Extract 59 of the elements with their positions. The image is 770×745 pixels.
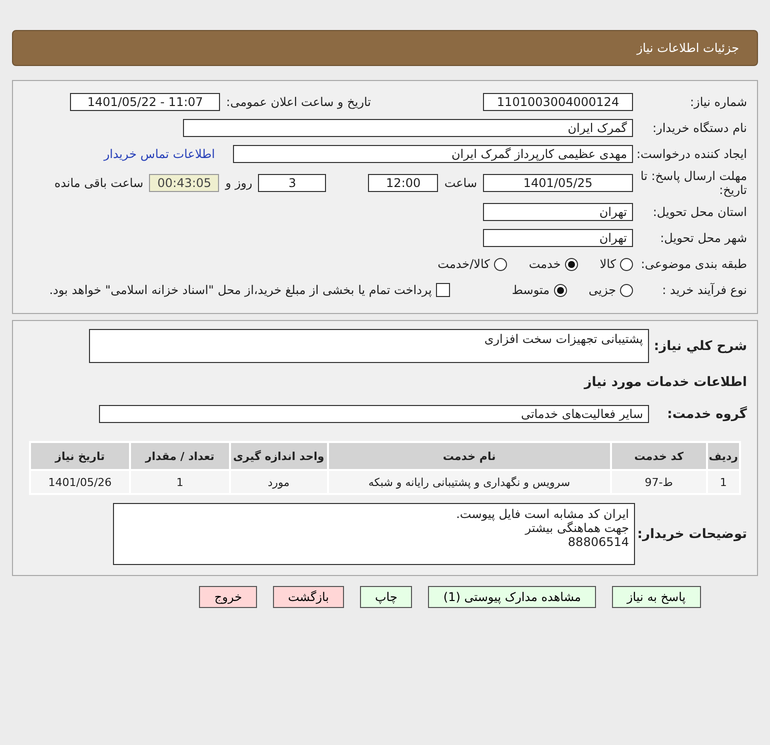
- field-label: استان محل تحویل:: [652, 205, 747, 219]
- buyer-org-field: گمرک ایران: [183, 119, 633, 137]
- field-label: شرح کلي نیاز:: [655, 338, 747, 354]
- province-field: تهران: [483, 203, 633, 221]
- field-label: روز و: [225, 176, 252, 190]
- remaining-time-field: 00:43:05: [149, 174, 220, 192]
- deadline-date-field: 1401/05/25: [483, 174, 633, 192]
- radio-label: کالا/خدمت: [438, 257, 490, 271]
- field-label: ساعت باقی مانده: [54, 176, 144, 190]
- radio-label: جزیی: [588, 283, 616, 297]
- column-header: واحد اندازه گیری: [230, 443, 327, 469]
- radio-button[interactable]: [620, 284, 633, 296]
- action-button[interactable]: مشاهده مدارک پیوستی (1): [428, 586, 596, 608]
- radio-label: کالا: [600, 257, 616, 271]
- field-label: نوع فرآیند خرید :: [661, 283, 747, 297]
- field-label: شماره نیاز:: [689, 95, 747, 109]
- column-header: نام خدمت: [328, 443, 610, 469]
- table-cell: مورد: [230, 471, 327, 493]
- column-header: تعداد / مقدار: [130, 443, 229, 469]
- radio-label: خدمت: [528, 257, 561, 271]
- service-group-field: سایر فعالیت‌های خدماتی: [99, 405, 649, 423]
- field-label: گروه خدمت:: [666, 406, 747, 422]
- column-header: کد خدمت: [612, 443, 706, 469]
- checkbox[interactable]: [436, 283, 450, 297]
- page-title: جزئیات اطلاعات نیاز: [636, 41, 739, 55]
- action-button[interactable]: بازگشت: [273, 586, 344, 608]
- checkbox-label: پرداخت تمام یا بخشی از مبلغ خرید،از محل "اسناد خزانه اسلامی" خواهد بود.: [49, 283, 432, 297]
- column-header: تاریخ نیاز: [31, 443, 129, 469]
- field-label: تاریخ و ساعت اعلان عمومی:: [226, 95, 371, 109]
- action-button[interactable]: چاپ: [360, 586, 412, 608]
- contact-link[interactable]: اطلاعات تماس خریدار: [104, 147, 215, 161]
- table-cell: ط-97: [612, 471, 706, 493]
- field-label: مهلت ارسال پاسخ: تا تاریخ:: [639, 169, 747, 197]
- field-label: طبقه بندی موضوعی:: [640, 257, 747, 271]
- field-label: ایجاد کننده درخواست:: [639, 147, 747, 161]
- radio-button[interactable]: [554, 284, 567, 296]
- table-cell: 1: [708, 471, 739, 493]
- radio-button[interactable]: [564, 258, 578, 270]
- section-heading: اطلاعات خدمات مورد نیاز: [584, 374, 747, 390]
- days-field: 3: [258, 174, 326, 192]
- radio-button[interactable]: [620, 258, 633, 270]
- field-label: توضیحات خریدار:: [641, 526, 747, 542]
- summary-field: پشتیبانی تجهیزات سخت افزاری: [89, 329, 649, 363]
- need-number-field: 1101003004000124: [483, 93, 633, 111]
- radio-label: متوسط: [512, 283, 550, 297]
- field-label: نام دستگاه خریدار:: [652, 121, 747, 135]
- action-button[interactable]: خروج: [199, 586, 257, 608]
- city-field: تهران: [483, 229, 633, 247]
- field-label: ساعت: [444, 176, 477, 190]
- table-cell: سرویس و نگهداری و پشتیبانی رایانه و شبکه: [328, 471, 610, 493]
- table-cell: 1: [130, 471, 229, 493]
- creator-field: مهدی عظیمی کارپرداز گمرک ایران: [233, 145, 633, 163]
- radio-button[interactable]: [494, 258, 507, 270]
- action-button[interactable]: پاسخ به نیاز: [612, 586, 701, 608]
- column-header: ردیف: [708, 443, 739, 469]
- deadline-time-field: 12:00: [368, 174, 438, 192]
- announce-date-field: 1401/05/22 - 11:07: [70, 93, 220, 111]
- table-cell: 1401/05/26: [31, 471, 129, 493]
- field-label: شهر محل تحویل:: [659, 231, 747, 245]
